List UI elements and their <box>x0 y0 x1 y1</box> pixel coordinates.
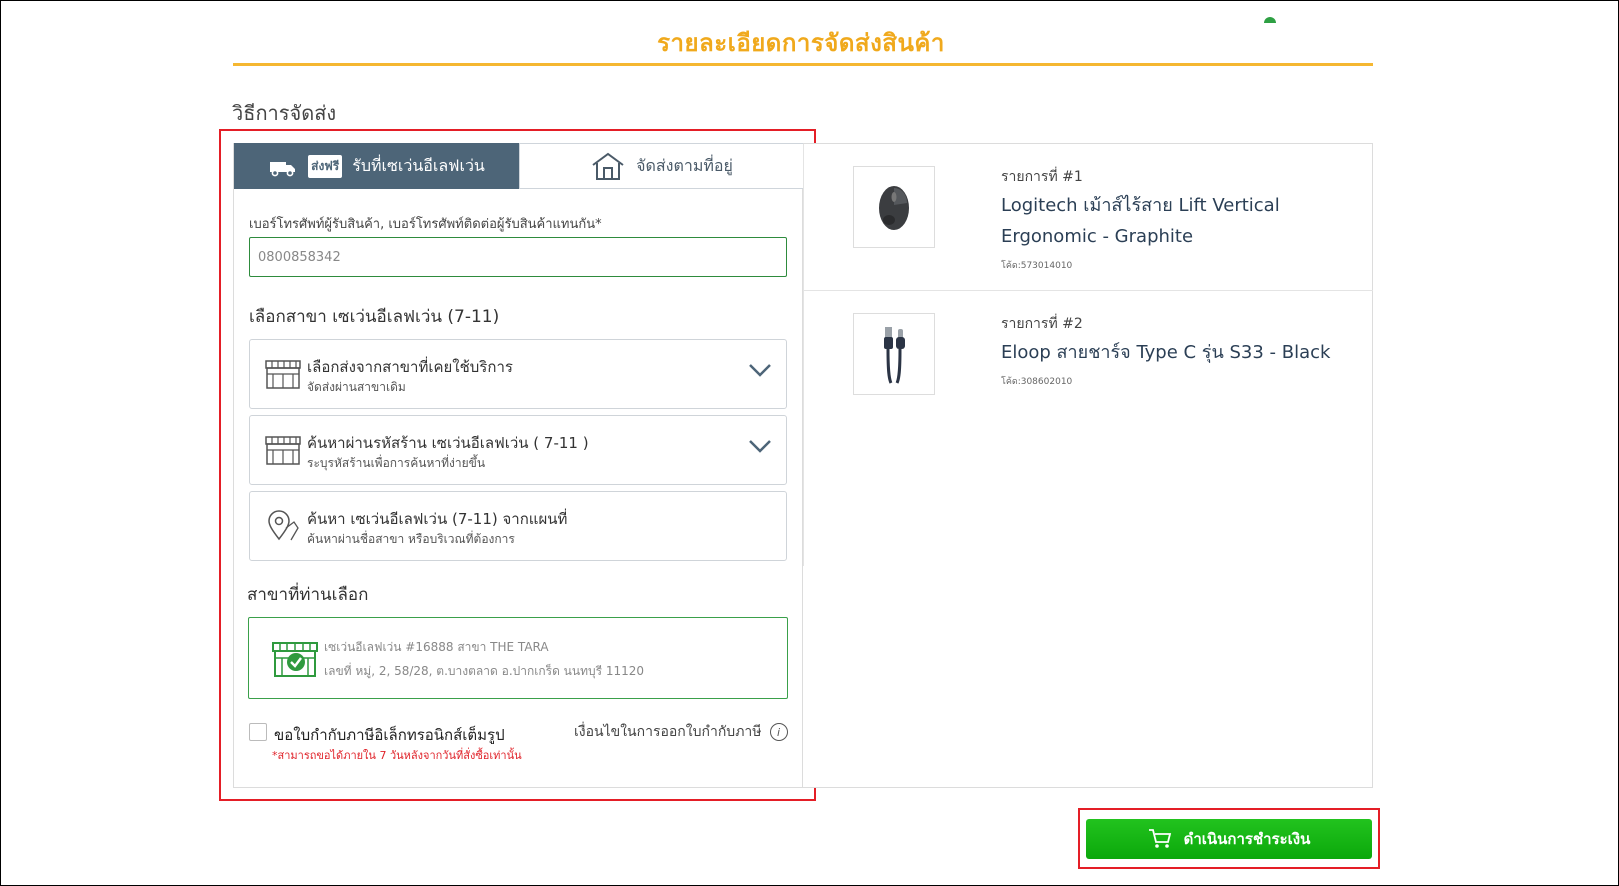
chevron-down-icon[interactable] <box>748 438 772 454</box>
free-shipping-badge: ส่งฟรี <box>308 154 343 178</box>
item-number: รายการที่ #1 <box>1001 169 1083 185</box>
chevron-down-icon[interactable] <box>748 362 772 378</box>
page-title: รายละเอียดการจัดส่งสินค้า <box>657 29 945 57</box>
tax-invoice-checkbox[interactable] <box>249 723 267 741</box>
cart-icon <box>1148 829 1171 848</box>
order-item: รายการที่ #2 Eloop สายชาร์จ Type C รุ่น … <box>803 291 1373 438</box>
selected-store-address: เลขที่ หมู่, 2, 58/28, ต.บางตลาด อ.ปากเก… <box>324 664 645 678</box>
option-search-store-code[interactable]: ค้นหาผ่านรหัสร้าน เซเว่นอีเลฟเว่น ( 7-11… <box>249 415 787 485</box>
option-title: เลือกส่งจากสาขาที่เคยใช้บริการ <box>307 358 513 376</box>
tax-condition-label: เงื่อนไขในการออกใบกำกับภาษี <box>574 724 762 740</box>
option-subtitle: ระบุรหัสร้านเพื่อการค้นหาที่ง่ายขึ้น <box>307 456 486 470</box>
product-image-mouse <box>853 166 935 248</box>
selected-branch-heading: สาขาที่ท่านเลือก <box>247 585 369 605</box>
tax-condition-link[interactable]: เงื่อนไขในการออกใบกำกับภาษี i <box>574 721 788 743</box>
tab-home-delivery[interactable]: จัดส่งตามที่อยู่ <box>519 143 804 189</box>
tab-pickup-7-11[interactable]: ส่งฟรี รับที่เซเว่นอีเลฟเว่น <box>234 143 519 189</box>
selected-store-name: เซเว่นอีเลฟเว่น #16888 สาขา THE TARA <box>324 640 549 654</box>
store-icon <box>265 436 301 465</box>
shipping-tabs: ส่งฟรี รับที่เซเว่นอีเลฟเว่น จัดส่งตามที… <box>234 143 804 189</box>
tax-invoice-note: *สามารถขอได้ภายใน 7 วันหลังจากวันที่สั่ง… <box>272 749 522 762</box>
proceed-payment-button[interactable]: ดำเนินการชำระเงิน <box>1086 819 1372 859</box>
store-icon <box>265 360 301 389</box>
shipping-method-label: วิธีการจัดส่ง <box>232 101 337 125</box>
option-subtitle: ค้นหาผ่านชื่อสาขา หรือบริเวณที่ต้องการ <box>307 532 515 546</box>
proceed-payment-label: ดำเนินการชำระเงิน <box>1183 830 1311 848</box>
order-items-panel: รายการที่ #1 Logitech เม้าส์ไร้สาย Lift … <box>803 143 1373 788</box>
item-number: รายการที่ #2 <box>1001 316 1083 332</box>
store-check-icon <box>272 642 318 677</box>
title-divider <box>233 63 1373 66</box>
shipping-form-panel: ส่งฟรี รับที่เซเว่นอีเลฟเว่น จัดส่งตามที… <box>233 143 804 788</box>
info-icon[interactable]: i <box>769 723 788 741</box>
option-title: ค้นหา เซเว่นอีเลฟเว่น (7-11) จากแผนที่ <box>307 510 568 528</box>
item-name: Logitech เม้าส์ไร้สาย Lift Vertical Ergo… <box>1001 195 1280 247</box>
option-previous-branch[interactable]: เลือกส่งจากสาขาที่เคยใช้บริการ จัดส่งผ่า… <box>249 339 787 409</box>
option-title: ค้นหาผ่านรหัสร้าน เซเว่นอีเลฟเว่น ( 7-11… <box>307 434 589 452</box>
phone-label: เบอร์โทรศัพท์ผู้รับสินค้า, เบอร์โทรศัพท์… <box>249 217 602 232</box>
product-image-cable <box>853 313 935 395</box>
house-icon <box>592 152 624 180</box>
map-pin-icon <box>268 510 299 541</box>
phone-input[interactable] <box>249 237 787 277</box>
tab-delivery-label: จัดส่งตามที่อยู่ <box>636 155 733 175</box>
item-name: Eloop สายชาร์จ Type C รุ่น S33 - Black <box>1001 342 1331 363</box>
option-search-map[interactable]: ค้นหา เซเว่นอีเลฟเว่น (7-11) จากแผนที่ ค… <box>249 491 787 561</box>
item-code: โค้ด:308602010 <box>1001 377 1073 387</box>
tab-pickup-label: รับที่เซเว่นอีเลฟเว่น <box>352 155 485 175</box>
option-subtitle: จัดส่งผ่านสาขาเดิม <box>307 380 406 394</box>
truck-icon <box>270 162 296 177</box>
tax-invoice-label: ขอใบกำกับภาษีอิเล็กทรอนิกส์เต็มรูป <box>274 726 505 744</box>
item-code: โค้ด:573014010 <box>1001 261 1073 271</box>
order-item: รายการที่ #1 Logitech เม้าส์ไร้สาย Lift … <box>803 144 1373 291</box>
selected-branch-card: เซเว่นอีเลฟเว่น #16888 สาขา THE TARA เลข… <box>248 617 788 699</box>
branch-heading: เลือกสาขา เซเว่นอีเลฟเว่น (7-11) <box>249 307 500 327</box>
